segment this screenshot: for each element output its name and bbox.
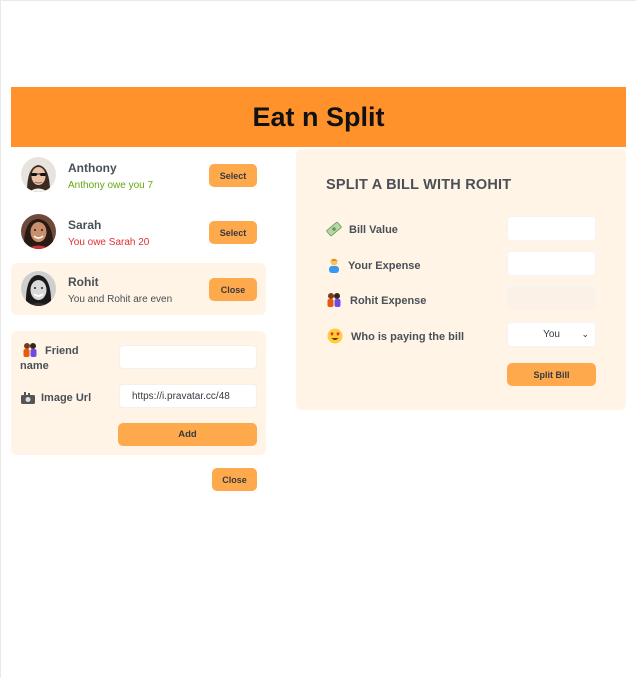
image-url-input[interactable]: https://i.pravatar.cc/48 [119, 384, 257, 408]
avatar [21, 214, 56, 249]
split-form-title: SPLIT A BILL WITH ROHIT [326, 177, 512, 193]
select-button[interactable]: Select [209, 164, 257, 187]
app-header: Eat n Split [11, 87, 626, 147]
friend-balance: You and Rohit are even [68, 294, 173, 305]
split-bill-button[interactable]: Split Bill [507, 363, 596, 386]
split-bill-form: SPLIT A BILL WITH ROHIT Bill Value Your … [296, 149, 626, 410]
friends-list: Anthony Anthony owe you 7 Select Sarah Y… [11, 149, 266, 315]
friend-name: Rohit [68, 275, 99, 289]
your-expense-label: Your Expense [348, 260, 421, 272]
add-button[interactable]: Add [118, 423, 257, 446]
select-button[interactable]: Select [209, 221, 257, 244]
money-icon [326, 221, 342, 237]
person-icon [326, 257, 342, 273]
app-title: Eat n Split [252, 101, 385, 132]
friend-name-input[interactable] [119, 345, 257, 369]
avatar [21, 271, 56, 306]
bill-value-label: Bill Value [349, 224, 398, 236]
friend-item-anthony: Anthony Anthony owe you 7 Select [11, 149, 266, 201]
avatar [21, 157, 56, 192]
payer-select[interactable]: You ⌄ [507, 322, 596, 347]
your-expense-input[interactable] [507, 251, 596, 276]
close-button[interactable]: Close [209, 278, 257, 301]
friend-balance: You owe Sarah 20 [68, 237, 150, 248]
friend-balance: Anthony owe you 7 [68, 180, 154, 191]
friend-item-sarah: Sarah You owe Sarah 20 Select [11, 206, 266, 258]
close-add-form-button[interactable]: Close [212, 468, 257, 491]
payer-selected-value: You [543, 329, 560, 340]
chevron-down-icon: ⌄ [581, 329, 589, 339]
camera-icon [20, 390, 36, 406]
friend-expense-label: Rohit Expense [350, 295, 427, 307]
payer-label: Who is paying the bill [351, 331, 465, 343]
heart-eyes-icon [327, 328, 343, 344]
add-friend-form: Friend name Image Url https://i.pravatar… [11, 331, 266, 455]
friend-name-label: Friend name [20, 345, 79, 372]
bill-value-input[interactable] [507, 216, 596, 241]
friend-name: Anthony [68, 161, 117, 175]
friend-item-rohit: Rohit You and Rohit are even Close [11, 263, 266, 315]
people-icon [326, 292, 342, 308]
image-url-label: Image Url [41, 392, 92, 404]
friend-name: Sarah [68, 218, 102, 232]
friend-expense-input [507, 286, 596, 311]
